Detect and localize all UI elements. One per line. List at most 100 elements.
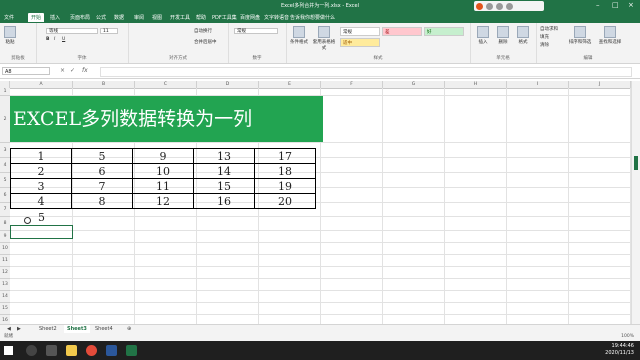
column-header[interactable]: J [569, 81, 631, 88]
ribbon-tab[interactable]: 开发工具 [170, 14, 190, 21]
sheet-tab[interactable]: Sheet2 [36, 325, 60, 333]
row-header[interactable]: 4 [0, 158, 10, 173]
vertical-scrollbar[interactable] [631, 81, 640, 324]
style-good[interactable]: 好 [424, 27, 464, 36]
table-cell[interactable]: 10 [132, 163, 194, 179]
table-cell[interactable]: 7 [71, 178, 133, 194]
zoom-level[interactable]: 100% [621, 333, 634, 341]
table-cell[interactable]: 1 [10, 148, 72, 164]
table-cell[interactable]: 6 [71, 163, 133, 179]
chrome-icon[interactable] [86, 345, 97, 356]
table-cell[interactable]: 14 [193, 163, 255, 179]
ribbon-tab[interactable]: 插入 [50, 14, 60, 21]
table-cell[interactable]: 3 [10, 178, 72, 194]
next-sheet-icon[interactable]: ▶ [14, 325, 24, 333]
search-icon[interactable] [26, 345, 37, 356]
mic-icon[interactable] [486, 2, 493, 10]
word-icon[interactable] [106, 345, 117, 356]
paste-button[interactable]: 粘贴 [2, 26, 18, 45]
insert-cells-button[interactable]: 插入 [474, 26, 492, 45]
scroll-thumb[interactable] [634, 156, 638, 170]
cell-a7[interactable]: 5 [10, 211, 73, 225]
name-box[interactable]: A8 [2, 67, 50, 75]
table-cell[interactable]: 16 [193, 193, 255, 209]
maximize-icon[interactable]: □ [612, 1, 619, 9]
row-header[interactable]: 8 [0, 217, 10, 231]
title-banner[interactable]: EXCEL多列数据转换为一列 [10, 96, 323, 142]
table-cell[interactable]: 2 [10, 163, 72, 179]
add-sheet-icon[interactable]: ⊕ [124, 325, 134, 333]
delete-cells-button[interactable]: 删除 [494, 26, 512, 45]
row-header[interactable]: 5 [0, 173, 10, 188]
table-cell[interactable]: 18 [254, 163, 316, 179]
table-cell[interactable]: 19 [254, 178, 316, 194]
column-header[interactable]: H [445, 81, 507, 88]
table-cell[interactable]: 4 [10, 193, 72, 209]
row-header[interactable]: 2 [0, 96, 10, 143]
column-header[interactable]: E [259, 81, 321, 88]
column-header[interactable]: A [10, 81, 73, 88]
emoji-icon[interactable] [496, 2, 503, 10]
table-cell[interactable]: 5 [71, 148, 133, 164]
table-cell[interactable]: 9 [132, 148, 194, 164]
autosum-button[interactable]: 自动求和 [540, 26, 558, 32]
column-header[interactable]: G [383, 81, 445, 88]
font-size-select[interactable]: 11 [100, 28, 118, 34]
ribbon-tab[interactable]: 百度网盘 [240, 14, 260, 21]
font-name-select[interactable]: 等线 [46, 28, 98, 34]
ribbon-tab[interactable]: 审阅 [134, 14, 144, 21]
cancel-icon[interactable]: × [60, 67, 65, 74]
column-header[interactable]: D [197, 81, 259, 88]
ribbon-tab[interactable]: 帮助 [196, 14, 206, 21]
excel-icon[interactable] [126, 345, 137, 356]
row-header[interactable]: 3 [0, 143, 10, 158]
row-header[interactable]: 10 [0, 243, 10, 255]
bold-button[interactable]: B [46, 37, 49, 42]
find-select-button[interactable]: 查找和选择 [596, 26, 624, 45]
row-header[interactable]: 13 [0, 279, 10, 291]
row-header[interactable]: 9 [0, 231, 10, 243]
windows-start-icon[interactable] [4, 346, 13, 355]
row-header[interactable]: 11 [0, 255, 10, 267]
italic-button[interactable]: I [54, 37, 55, 42]
formula-input[interactable] [100, 67, 632, 77]
merge-center-button[interactable]: 合并后居中 [194, 39, 217, 45]
style-neutral[interactable]: 适中 [340, 38, 380, 47]
ribbon-tab[interactable]: 公式 [96, 14, 106, 21]
underline-button[interactable]: U [62, 37, 65, 42]
ribbon-tab[interactable]: 文字转语音 [264, 14, 289, 21]
minimize-icon[interactable]: – [596, 1, 600, 9]
fill-button[interactable]: 填充 [540, 34, 549, 40]
keyboard-icon[interactable] [506, 2, 513, 10]
table-cell[interactable]: 8 [71, 193, 133, 209]
row-header[interactable]: 7 [0, 203, 10, 217]
wrap-text-button[interactable]: 自动换行 [194, 28, 212, 34]
table-cell[interactable]: 11 [132, 178, 194, 194]
column-header[interactable]: C [135, 81, 197, 88]
table-cell[interactable]: 20 [254, 193, 316, 209]
table-cell[interactable]: 12 [132, 193, 194, 209]
fx-icon[interactable]: fx [82, 67, 88, 74]
conditional-format-button[interactable]: 条件格式 [290, 26, 308, 45]
ribbon-tab[interactable]: 数据 [114, 14, 124, 21]
row-header[interactable]: 1 [0, 88, 10, 96]
close-icon[interactable]: × [628, 1, 634, 9]
column-header[interactable]: B [73, 81, 135, 88]
style-normal[interactable]: 常规 [340, 27, 380, 36]
table-cell[interactable]: 17 [254, 148, 316, 164]
selected-cell-a8[interactable] [10, 225, 73, 239]
file-explorer-icon[interactable] [66, 345, 77, 356]
row-header[interactable]: 14 [0, 291, 10, 303]
enter-icon[interactable]: ✓ [70, 67, 75, 74]
ribbon-tab[interactable]: 告诉我你想要做什么 [290, 14, 335, 21]
ime-toolbar[interactable] [474, 1, 544, 11]
table-format-button[interactable]: 套用表格格式 [312, 26, 336, 51]
table-cell[interactable]: 15 [193, 178, 255, 194]
ribbon-tab[interactable]: 文件 [4, 14, 14, 21]
style-bad[interactable]: 差 [382, 27, 422, 36]
select-all-corner[interactable] [0, 81, 10, 88]
task-view-icon[interactable] [46, 345, 57, 356]
row-header[interactable]: 12 [0, 267, 10, 279]
clear-button[interactable]: 清除 [540, 42, 549, 48]
row-header[interactable]: 6 [0, 188, 10, 203]
